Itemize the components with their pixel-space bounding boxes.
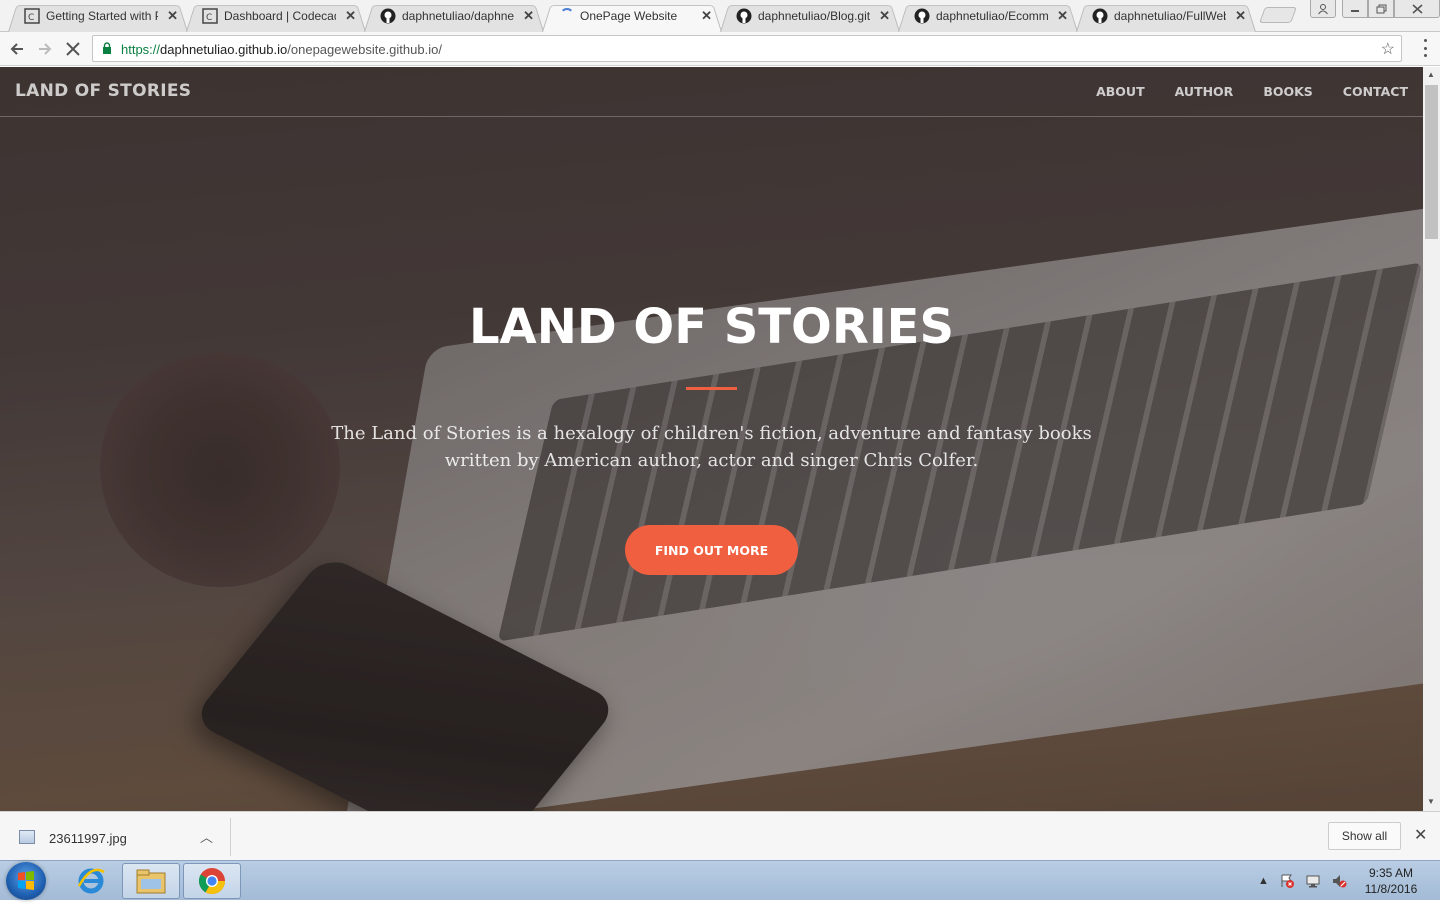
nav-links: ABOUT AUTHOR BOOKS CONTACT bbox=[1096, 84, 1408, 99]
download-filename: 23611997.jpg bbox=[49, 831, 127, 846]
nav-about[interactable]: ABOUT bbox=[1096, 84, 1145, 99]
loading-spinner-icon bbox=[560, 8, 574, 22]
forward-arrow-icon bbox=[39, 43, 52, 55]
tab-title: Dashboard | Codecade bbox=[224, 9, 336, 23]
chrome-icon bbox=[198, 868, 226, 895]
tab-github-daphne[interactable]: daphnetuliao/daphne ✕ bbox=[364, 2, 544, 32]
download-item[interactable]: 23611997.jpg ︿ bbox=[0, 818, 231, 856]
tab-getting-started[interactable]: C Getting Started with P ✕ bbox=[8, 2, 188, 32]
back-button[interactable] bbox=[5, 37, 29, 61]
chrome-menu-icon[interactable] bbox=[1424, 39, 1428, 57]
close-icon[interactable]: ✕ bbox=[167, 8, 178, 24]
hero-description: The Land of Stories is a hexalogy of chi… bbox=[331, 423, 1092, 471]
github-icon bbox=[380, 8, 396, 24]
tab-title: daphnetuliao/FullWeb bbox=[1114, 9, 1226, 23]
url-protocol: https:// bbox=[121, 42, 161, 57]
volume-muted-icon[interactable] bbox=[1331, 873, 1347, 889]
action-center-flag-icon[interactable] bbox=[1279, 873, 1295, 889]
close-icon[interactable]: ✕ bbox=[701, 8, 712, 24]
nav-books[interactable]: BOOKS bbox=[1263, 84, 1312, 99]
scrollbar-thumb[interactable] bbox=[1425, 85, 1438, 239]
folder-icon bbox=[136, 869, 166, 894]
image-file-icon bbox=[19, 830, 35, 844]
close-icon[interactable]: ✕ bbox=[1057, 8, 1068, 24]
internet-explorer-icon bbox=[77, 868, 105, 894]
download-bar: 23611997.jpg ︿ Show all ✕ bbox=[0, 811, 1440, 860]
back-arrow-icon bbox=[10, 43, 23, 55]
bookmark-star-icon[interactable]: ☆ bbox=[1381, 39, 1395, 59]
close-icon[interactable]: ✕ bbox=[523, 8, 534, 24]
browser-toolbar: https://daphnetuliao.github.io/onepagewe… bbox=[0, 32, 1440, 66]
tab-onepage-website[interactable]: OnePage Website ✕ bbox=[542, 2, 722, 32]
user-profile-icon[interactable] bbox=[1310, 0, 1336, 18]
minimize-button[interactable] bbox=[1342, 0, 1368, 18]
system-tray: ▲ bbox=[1258, 873, 1347, 889]
clock-time: 9:35 AM bbox=[1368, 866, 1414, 880]
site-brand[interactable]: LAND OF STORIES bbox=[15, 81, 191, 101]
codecademy-icon: C bbox=[202, 8, 218, 24]
page-viewport: LAND OF STORIES ABOUT AUTHOR BOOKS CONTA… bbox=[0, 67, 1423, 811]
file-explorer-taskbar-button[interactable] bbox=[122, 863, 180, 899]
scroll-down-arrow-icon[interactable]: ▼ bbox=[1427, 797, 1435, 806]
network-icon[interactable] bbox=[1305, 873, 1321, 889]
site-navbar: LAND OF STORIES ABOUT AUTHOR BOOKS CONTA… bbox=[0, 67, 1423, 117]
tab-github-blog[interactable]: daphnetuliao/Blog.git ✕ bbox=[720, 2, 900, 32]
hero-title: LAND OF STORIES bbox=[468, 299, 955, 355]
github-icon bbox=[736, 8, 752, 24]
nav-author[interactable]: AUTHOR bbox=[1175, 84, 1234, 99]
tab-title: Getting Started with P bbox=[46, 9, 158, 23]
tab-dashboard[interactable]: C Dashboard | Codecade ✕ bbox=[186, 2, 366, 32]
close-icon[interactable]: ✕ bbox=[345, 8, 356, 24]
tab-title: daphnetuliao/daphne bbox=[402, 9, 514, 23]
github-icon bbox=[1092, 8, 1108, 24]
close-download-bar-icon[interactable]: ✕ bbox=[1414, 825, 1427, 845]
stop-loading-button[interactable] bbox=[61, 37, 85, 61]
address-bar[interactable]: https://daphnetuliao.github.io/onepagewe… bbox=[92, 35, 1402, 62]
tab-github-fullweb[interactable]: daphnetuliao/FullWeb ✕ bbox=[1076, 2, 1256, 32]
window-controls bbox=[1310, 0, 1440, 18]
tab-title: OnePage Website bbox=[580, 9, 678, 23]
start-button[interactable] bbox=[6, 862, 46, 900]
url-path: /onepagewebsite.github.io/ bbox=[287, 42, 442, 57]
forward-button[interactable] bbox=[33, 37, 57, 61]
page-scrollbar[interactable]: ▲ ▼ bbox=[1423, 67, 1440, 811]
svg-text:C: C bbox=[206, 13, 212, 23]
new-tab-button[interactable] bbox=[1259, 7, 1297, 23]
show-all-button[interactable]: Show all bbox=[1328, 822, 1401, 850]
scroll-up-arrow-icon[interactable]: ▲ bbox=[1427, 70, 1435, 79]
clock-date: 11/8/2016 bbox=[1364, 882, 1418, 896]
show-hidden-icons-icon[interactable]: ▲ bbox=[1258, 875, 1269, 887]
hero-divider bbox=[686, 387, 737, 390]
nav-contact[interactable]: CONTACT bbox=[1343, 84, 1408, 99]
github-icon bbox=[914, 8, 930, 24]
internet-explorer-taskbar-button[interactable] bbox=[62, 863, 120, 899]
chrome-taskbar-button[interactable] bbox=[183, 863, 241, 899]
url-host: daphnetuliao.github.io bbox=[160, 42, 288, 57]
stop-icon bbox=[66, 42, 80, 56]
url-text: https://daphnetuliao.github.io/onepagewe… bbox=[121, 42, 442, 57]
tab-strip: C Getting Started with P ✕ C Dashboard |… bbox=[0, 0, 1440, 32]
find-out-more-button[interactable]: FIND OUT MORE bbox=[625, 525, 798, 575]
tab-title: daphnetuliao/Blog.git bbox=[758, 9, 870, 23]
tab-github-ecomm[interactable]: daphnetuliao/Ecomm ✕ bbox=[898, 2, 1078, 32]
chevron-up-icon[interactable]: ︿ bbox=[200, 827, 213, 846]
tab-title: daphnetuliao/Ecomm bbox=[936, 9, 1048, 23]
svg-text:C: C bbox=[28, 13, 34, 23]
taskbar-clock[interactable]: 9:35 AM 11/8/2016 bbox=[1356, 865, 1426, 897]
windows-logo-icon bbox=[18, 871, 34, 890]
codecademy-icon: C bbox=[24, 8, 40, 24]
restore-button[interactable] bbox=[1368, 0, 1394, 18]
windows-taskbar: ▲ 9:35 AM 11/8/2016 bbox=[0, 860, 1440, 900]
close-icon[interactable]: ✕ bbox=[1235, 8, 1246, 24]
window-close-button[interactable] bbox=[1394, 0, 1440, 18]
close-icon[interactable]: ✕ bbox=[879, 8, 890, 24]
lock-icon bbox=[103, 42, 111, 54]
